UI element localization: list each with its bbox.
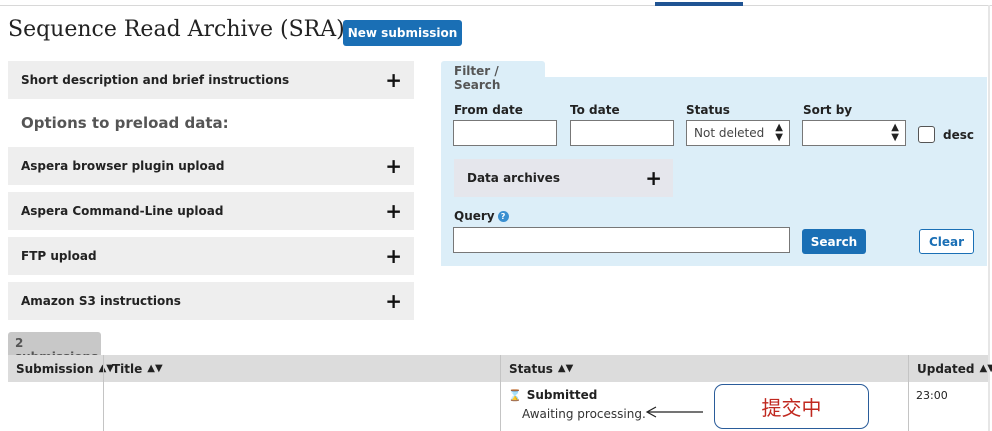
column-divider [103,355,104,431]
column-divider [500,355,501,431]
accordion-aspera-browser[interactable]: Aspera browser plugin upload + [8,147,414,185]
column-header-submission[interactable]: Submission ▲▼ [8,355,114,382]
preload-heading: Options to preload data: [21,114,229,132]
new-submission-button[interactable]: New submission [343,20,462,46]
status-label: Status [686,103,730,117]
accordion-aspera-cli[interactable]: Aspera Command-Line upload + [8,192,414,230]
column-label: Updated [917,361,975,376]
data-archives-toggle[interactable]: Data archives + [454,159,673,197]
column-label: Submission [16,361,94,376]
to-date-label: To date [570,103,620,117]
accordion-ftp-upload[interactable]: FTP upload + [8,237,414,275]
top-nav-divider [0,5,992,6]
filter-search-tab[interactable]: Filter / Search [441,61,545,92]
column-header-status[interactable]: Status ▲▼ [501,355,908,382]
annotation-callout: 提交中 [714,384,869,429]
sort-by-select[interactable]: ▲ ▼ [802,120,906,146]
desc-label: desc [943,128,974,142]
query-input[interactable] [453,227,790,253]
select-arrows-icon: ▲ ▼ [891,122,899,143]
plus-icon: + [385,244,402,268]
accordion-amazon-s3[interactable]: Amazon S3 instructions + [8,282,414,320]
status-select-value: Not deleted [694,126,765,140]
from-date-input[interactable] [453,120,557,146]
status-title: Submitted [526,388,598,402]
accordion-short-description[interactable]: Short description and brief instructions… [8,61,414,99]
query-label: Query [454,209,495,223]
accordion-label: FTP upload [21,249,97,263]
row-status: ⌛ Submitted [508,388,597,402]
column-header-updated[interactable]: Updated ▲▼ [909,355,992,382]
status-select[interactable]: Not deleted ▲ ▼ [686,120,790,146]
to-date-input[interactable] [570,120,674,146]
sort-icon: ▲▼ [147,363,163,374]
query-label-wrap: Query? [454,209,509,223]
select-arrows-icon: ▲ ▼ [775,122,783,143]
column-header-title[interactable]: Title ▲▼ [104,355,500,382]
plus-icon: + [385,154,402,178]
annotation-arrow-icon [645,406,703,418]
clear-button[interactable]: Clear [919,229,974,254]
accordion-label: Amazon S3 instructions [21,294,181,308]
plus-icon: + [645,166,662,190]
plus-icon: + [385,68,402,92]
hourglass-icon: ⌛ [508,388,522,402]
page-title: Sequence Read Archive (SRA) [8,17,345,42]
column-label: Status [509,361,553,376]
plus-icon: + [385,289,402,313]
search-button[interactable]: Search [802,229,866,254]
column-label: Title [112,361,143,376]
help-icon[interactable]: ? [497,211,509,222]
submission-count-tab: 2 submissions [8,332,101,364]
row-updated: 23:00 [916,389,948,402]
plus-icon: + [385,199,402,223]
sort-by-label: Sort by [803,103,853,117]
accordion-label: Aspera browser plugin upload [21,159,225,173]
data-archives-label: Data archives [467,171,560,185]
accordion-label: Aspera Command-Line upload [21,204,224,218]
accordion-label: Short description and brief instructions [21,73,290,87]
sort-icon: ▲▼ [557,363,574,374]
column-divider [908,355,909,431]
sort-icon: ▲▼ [979,363,992,374]
active-tab-indicator [655,2,743,6]
from-date-label: From date [454,103,523,117]
status-description: Awaiting processing. [522,407,646,421]
desc-checkbox[interactable] [918,126,935,143]
